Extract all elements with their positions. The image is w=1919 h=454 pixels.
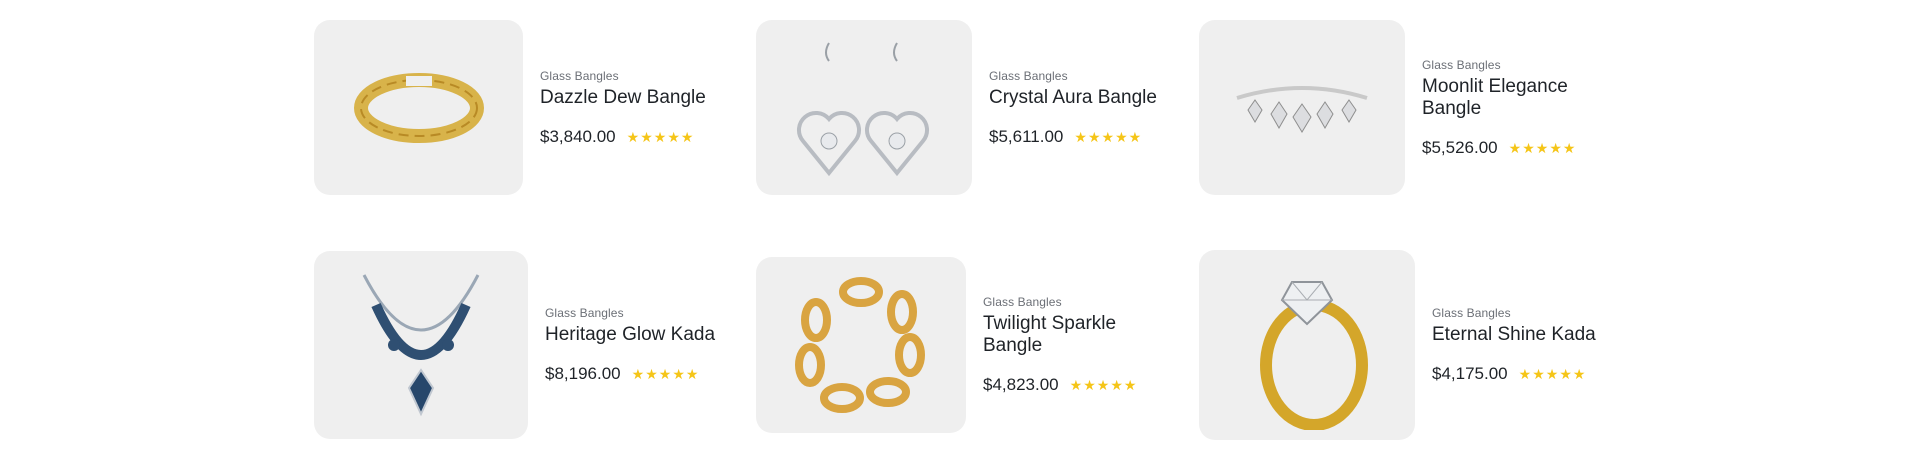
- star-icon: ★: [680, 128, 694, 145]
- gold-chain-bracelet-icon: [795, 277, 925, 413]
- product-card[interactable]: Glass Bangles Dazzle Dew Bangle $3,840.0…: [314, 20, 706, 195]
- product-info: Glass Bangles Heritage Glow Kada $8,196.…: [545, 306, 715, 384]
- star-icon: ★: [1096, 377, 1110, 393]
- star-icon: ★: [626, 128, 640, 145]
- star-icon: ★: [1123, 377, 1137, 393]
- star-icon: ★: [1545, 366, 1559, 382]
- product-info: Glass Bangles Crystal Aura Bangle $5,611…: [989, 69, 1157, 147]
- star-icon: ★: [1549, 139, 1562, 156]
- star-icon: ★: [672, 366, 685, 382]
- product-image[interactable]: [756, 257, 966, 433]
- star-icon: ★: [1508, 139, 1522, 156]
- sapphire-necklace-icon: [362, 274, 480, 417]
- product-title[interactable]: Twilight Sparkle Bangle: [983, 313, 1173, 357]
- heart-earrings-icon: [797, 41, 929, 176]
- star-icon: ★: [631, 366, 645, 382]
- product-title[interactable]: Eternal Shine Kada: [1432, 324, 1596, 346]
- rating-stars: ★ ★ ★ ★ ★: [1519, 367, 1586, 381]
- product-info: Glass Bangles Moonlit Elegance Bangle $5…: [1422, 58, 1602, 158]
- star-icon: ★: [1128, 128, 1142, 145]
- product-price: $5,611.00: [989, 126, 1064, 146]
- star-icon: ★: [1115, 128, 1128, 145]
- star-icon: ★: [1559, 366, 1572, 382]
- product-info: Glass Bangles Dazzle Dew Bangle $3,840.0…: [540, 69, 706, 147]
- product-price: $4,175.00: [1432, 364, 1508, 383]
- star-icon: ★: [653, 128, 667, 145]
- product-price: $3,840.00: [540, 126, 616, 146]
- star-icon: ★: [1532, 366, 1545, 382]
- star-icon: ★: [1074, 128, 1087, 145]
- product-category[interactable]: Glass Bangles: [989, 69, 1157, 83]
- star-icon: ★: [1101, 128, 1115, 145]
- star-icon: ★: [667, 128, 680, 145]
- product-price: $5,526.00: [1422, 137, 1498, 157]
- diamond-bracelet-icon: [1236, 85, 1368, 133]
- product-category[interactable]: Glass Bangles: [1432, 306, 1596, 320]
- product-card[interactable]: Glass Bangles Crystal Aura Bangle $5,611…: [756, 20, 1157, 195]
- product-info: Glass Bangles Eternal Shine Kada $4,175.…: [1432, 306, 1596, 384]
- product-info: Glass Bangles Twilight Sparkle Bangle $4…: [983, 295, 1173, 395]
- star-icon: ★: [685, 366, 699, 382]
- gold-ring-icon: [1260, 281, 1368, 430]
- star-icon: ★: [1535, 139, 1549, 156]
- star-icon: ★: [658, 366, 672, 382]
- star-icon: ★: [1087, 128, 1101, 145]
- product-title[interactable]: Moonlit Elegance Bangle: [1422, 76, 1602, 120]
- product-category[interactable]: Glass Bangles: [1422, 58, 1602, 72]
- star-icon: ★: [1083, 377, 1096, 393]
- product-card[interactable]: Glass Bangles Eternal Shine Kada $4,175.…: [1199, 250, 1596, 440]
- product-price: $4,823.00: [983, 375, 1059, 394]
- product-image[interactable]: [314, 20, 523, 195]
- gold-bangle-icon: [353, 72, 484, 143]
- product-card[interactable]: Glass Bangles Moonlit Elegance Bangle $5…: [1199, 20, 1602, 195]
- product-category[interactable]: Glass Bangles: [983, 295, 1173, 309]
- product-category[interactable]: Glass Bangles: [545, 306, 715, 320]
- product-title[interactable]: Dazzle Dew Bangle: [540, 87, 706, 109]
- star-icon: ★: [1069, 377, 1083, 393]
- star-icon: ★: [1518, 366, 1532, 382]
- product-card[interactable]: Glass Bangles Heritage Glow Kada $8,196.…: [314, 251, 715, 439]
- star-icon: ★: [1110, 377, 1123, 393]
- rating-stars: ★ ★ ★ ★ ★: [1070, 378, 1137, 392]
- star-icon: ★: [640, 128, 653, 145]
- product-price: $8,196.00: [545, 364, 621, 383]
- product-category[interactable]: Glass Bangles: [540, 69, 706, 83]
- product-title[interactable]: Heritage Glow Kada: [545, 324, 715, 346]
- product-title[interactable]: Crystal Aura Bangle: [989, 87, 1157, 109]
- rating-stars: ★ ★ ★ ★ ★: [1509, 141, 1576, 155]
- product-image[interactable]: [1199, 250, 1415, 440]
- star-icon: ★: [1562, 139, 1576, 156]
- product-image[interactable]: [314, 251, 528, 439]
- rating-stars: ★ ★ ★ ★ ★: [627, 130, 694, 144]
- product-image[interactable]: [756, 20, 972, 195]
- rating-stars: ★ ★ ★ ★ ★: [632, 367, 699, 381]
- star-icon: ★: [1522, 139, 1535, 156]
- rating-stars: ★ ★ ★ ★ ★: [1074, 130, 1141, 144]
- product-image[interactable]: [1199, 20, 1405, 195]
- product-card[interactable]: Glass Bangles Twilight Sparkle Bangle $4…: [756, 257, 1173, 433]
- star-icon: ★: [645, 366, 658, 382]
- star-icon: ★: [1572, 366, 1586, 382]
